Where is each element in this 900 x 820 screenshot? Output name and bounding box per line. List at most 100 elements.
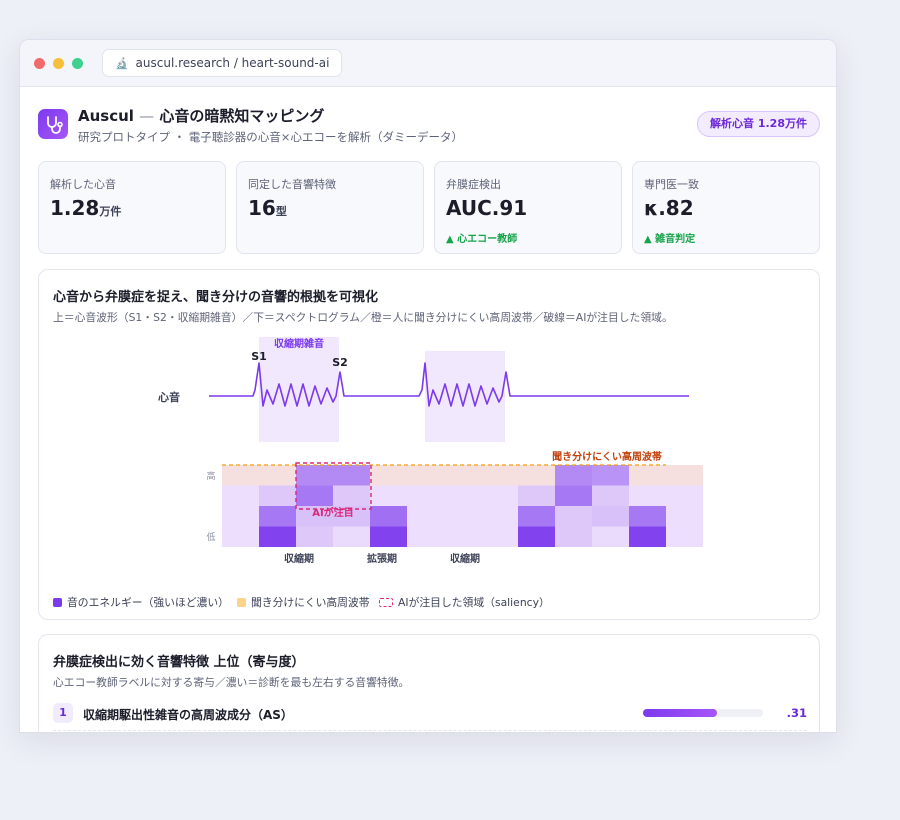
spectrogram-cell xyxy=(481,465,518,486)
heart-sound-visualization: 心音 S1 S2 収縮期雑音 聞き分けにくい高周波帯 AIが注目 高 低 収縮期… xyxy=(158,337,703,565)
microscope-icon: 🔬 xyxy=(115,57,129,70)
spectrogram-cell xyxy=(259,506,296,527)
spectrogram-cell xyxy=(518,526,555,547)
url-text: auscul.research / heart-sound-ai xyxy=(135,56,330,70)
stat-label: 解析した心音 xyxy=(50,178,116,191)
stat-value: AUC.91 xyxy=(446,196,528,220)
feature-importance-card: 弁膜症検出に効く音響特徴 上位（寄与度） 心エコー教師ラベルに対する寄与／濃い＝… xyxy=(38,634,820,732)
spectrogram-cell xyxy=(259,526,296,547)
stat-delta: ▲ 心エコー教師 xyxy=(446,234,518,245)
page-title: Auscul — 心音の暗黙知マッピング xyxy=(78,107,325,125)
feature-label: 収縮期駆出性雑音の高周波成分（AS） xyxy=(83,708,293,722)
stethoscope-icon xyxy=(38,109,68,139)
spectrogram-cell xyxy=(444,526,481,547)
stat-label: 専門医一致 xyxy=(644,178,699,191)
spectrogram-cell xyxy=(555,485,592,506)
spectrogram-cell xyxy=(333,465,370,486)
spectrogram-cell xyxy=(333,485,370,506)
spectrogram-cell xyxy=(370,526,407,547)
sample-count-badge: 解析心音 1.28万件 xyxy=(697,111,820,137)
spectrogram-cell xyxy=(407,485,444,506)
spectrogram-cell xyxy=(481,485,518,506)
stat-label: 同定した音響特徴 xyxy=(248,178,336,191)
phase-label: 拡張期 xyxy=(367,552,397,565)
spectrogram-cell xyxy=(222,506,259,527)
stat-value: 16型 xyxy=(248,196,287,220)
stats-row: 解析した心音 1.28万件 同定した音響特徴 16型 弁膜症検出 AUC.91 … xyxy=(38,161,820,254)
spectrogram-cell xyxy=(555,465,592,486)
spectrogram-cell xyxy=(259,465,296,486)
spectrogram-cell xyxy=(555,506,592,527)
spectrogram-cell xyxy=(444,485,481,506)
spectrogram-cell xyxy=(444,506,481,527)
stat-card-features: 同定した音響特徴 16型 xyxy=(236,161,424,254)
stat-card-auc: 弁膜症検出 AUC.91 ▲ 心エコー教師 xyxy=(434,161,622,254)
spectrogram-cell xyxy=(518,506,555,527)
spectrogram-cell xyxy=(333,526,370,547)
spectrogram-cell xyxy=(370,465,407,486)
spectrogram-cell xyxy=(222,526,259,547)
freq-high-label: 高 xyxy=(206,470,215,482)
spectrogram-cell xyxy=(222,465,259,486)
browser-window: 🔬 auscul.research / heart-sound-ai Auscu… xyxy=(19,39,837,733)
spectrogram-cell xyxy=(592,506,629,527)
legend-item-energy: 音のエネルギー（強いほど濃い） xyxy=(53,594,229,610)
spectrogram-cell xyxy=(592,465,629,486)
spectrogram-cell xyxy=(296,485,333,506)
spectrogram-cell xyxy=(481,506,518,527)
spectrogram-cell xyxy=(592,485,629,506)
phase-label: 収縮期 xyxy=(284,552,314,565)
stat-card-kappa: 専門医一致 κ.82 ▲ 雑音判定 xyxy=(632,161,820,254)
spectrogram-cell xyxy=(666,485,703,506)
features-subtitle: 心エコー教師ラベルに対する寄与／濃い＝診断を最も左右する音響特徴。 xyxy=(53,676,410,689)
feature-score-fill xyxy=(643,709,718,717)
features-title: 弁膜症検出に効く音響特徴 上位（寄与度） xyxy=(53,655,305,670)
maximize-window-button[interactable] xyxy=(72,58,83,69)
feature-row[interactable]: 1 収縮期駆出性雑音の高周波成分（AS） .31 xyxy=(53,703,807,725)
murmur-label: 収縮期雑音 xyxy=(274,337,324,350)
legend-item-attention: AIが注目した領域（saliency） xyxy=(379,594,550,610)
s2-label: S2 xyxy=(332,356,348,369)
legend-item-band: 聞き分けにくい高周波帯 xyxy=(237,594,370,610)
spectrogram-cell xyxy=(592,526,629,547)
feature-score-bar xyxy=(643,709,763,717)
freq-low-label: 低 xyxy=(206,531,215,543)
spectrogram-cell xyxy=(444,465,481,486)
spectrogram-cell xyxy=(407,526,444,547)
feature-score-value: .31 xyxy=(786,706,807,720)
spectrogram-cell xyxy=(407,506,444,527)
feature-rank: 1 xyxy=(53,703,73,723)
spectrogram-cell xyxy=(518,485,555,506)
stat-label: 弁膜症検出 xyxy=(446,178,501,191)
address-bar[interactable]: 🔬 auscul.research / heart-sound-ai xyxy=(102,49,343,77)
spectrogram-cell xyxy=(407,465,444,486)
title-bar: 🔬 auscul.research / heart-sound-ai xyxy=(20,40,836,87)
spectrogram-cell xyxy=(629,465,666,486)
spectrogram xyxy=(222,465,703,547)
minimize-window-button[interactable] xyxy=(53,58,64,69)
spectrogram-cell xyxy=(222,485,259,506)
stat-delta: ▲ 雑音判定 xyxy=(644,234,696,245)
spectrogram-cell xyxy=(370,485,407,506)
visualization-card: 心音から弁膜症を捉え、聞き分けの音響的根拠を可視化 上＝心音波形（S1・S2・収… xyxy=(38,269,820,620)
spectrogram-cell xyxy=(296,465,333,486)
spectrogram-cell xyxy=(666,526,703,547)
spectrogram-cell xyxy=(481,526,518,547)
spectrogram-cell xyxy=(296,526,333,547)
ai-attention-label: AIが注目 xyxy=(312,506,353,519)
stat-card-recordings: 解析した心音 1.28万件 xyxy=(38,161,226,254)
spectrogram-cell xyxy=(629,526,666,547)
s1-label: S1 xyxy=(251,350,267,363)
spectrogram-cell xyxy=(629,506,666,527)
spectrogram-cell xyxy=(259,485,296,506)
spectrogram-cell xyxy=(629,485,666,506)
spectrogram-cell xyxy=(555,526,592,547)
spectrogram-cell xyxy=(666,465,703,486)
page-subtitle: 研究プロトタイプ ・ 電子聴診器の心音×心エコーを解析（ダミーデータ） xyxy=(78,130,463,144)
spectrogram-cell xyxy=(518,465,555,486)
stat-value: 1.28万件 xyxy=(50,196,122,220)
stat-value: κ.82 xyxy=(644,196,694,220)
close-window-button[interactable] xyxy=(34,58,45,69)
spectrogram-cell xyxy=(666,506,703,527)
spectrogram-cell xyxy=(370,506,407,527)
